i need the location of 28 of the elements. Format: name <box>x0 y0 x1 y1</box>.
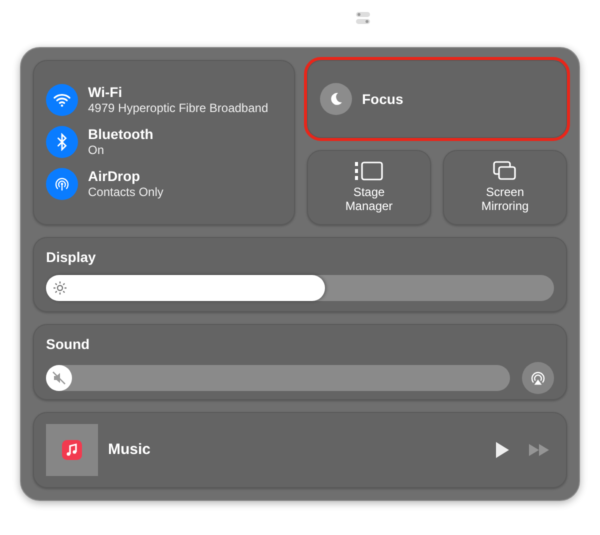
toggle-button[interactable] <box>46 168 78 200</box>
airplay-icon <box>529 369 547 388</box>
toggle-title: Wi-Fi <box>88 84 124 100</box>
control-tile[interactable]: Stage Manager <box>307 150 431 225</box>
stage-manager-icon <box>354 161 384 182</box>
toggle-status: 4979 Hyperoptic Fibre Broadband <box>88 100 268 116</box>
toggle-title: AirDrop <box>88 168 142 184</box>
airplay-audio-button[interactable] <box>522 362 554 394</box>
brightness-slider[interactable] <box>46 274 554 301</box>
toggle-button[interactable] <box>46 84 78 116</box>
brightness-icon <box>53 280 67 295</box>
volume-slider[interactable] <box>46 365 510 392</box>
toggle-status: On <box>88 142 106 158</box>
track-title: Music <box>108 440 152 460</box>
toggle-button[interactable] <box>46 126 78 158</box>
display-title: Display <box>46 248 96 267</box>
toggle-status: Contacts Only <box>88 184 164 200</box>
screen-mirroring-icon <box>493 161 517 182</box>
airdrop-icon <box>53 175 71 194</box>
control-center-icon[interactable] <box>354 9 372 27</box>
wifi-icon <box>53 91 71 110</box>
toggle-title: Bluetooth <box>88 126 154 142</box>
focus-tile[interactable]: Focus <box>307 60 567 138</box>
control-tile[interactable]: Screen Mirroring <box>443 150 567 225</box>
moon-icon <box>320 83 352 115</box>
play-button[interactable] <box>494 441 510 460</box>
music-app-icon <box>62 440 82 460</box>
sound-title: Sound <box>46 335 90 354</box>
